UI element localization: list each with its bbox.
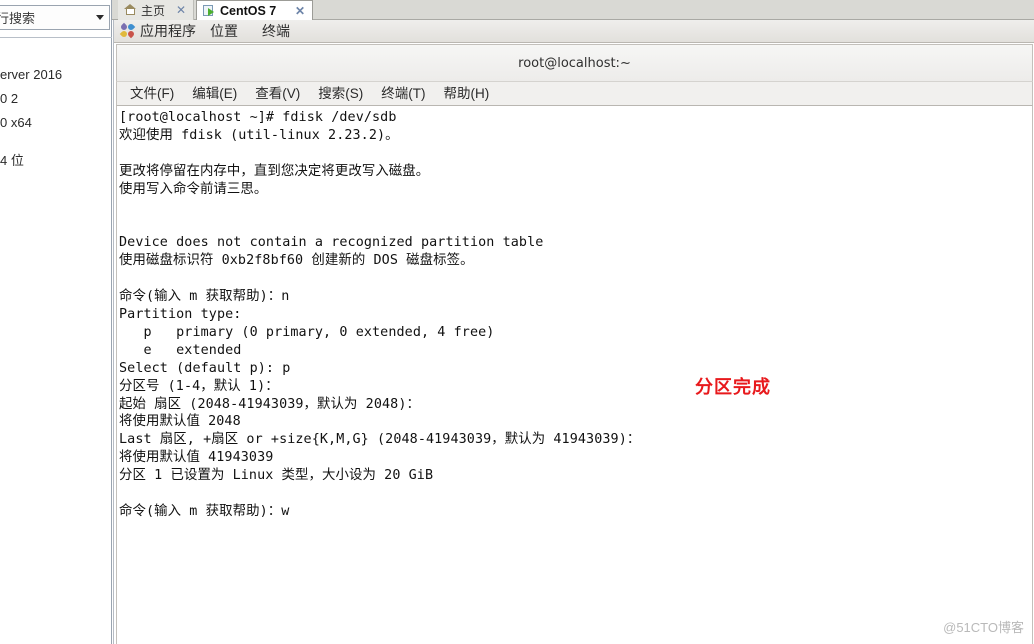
terminal-titlebar[interactable]: root@localhost:~ [116,44,1033,81]
tab-centos-7[interactable]: CentOS 7 ✕ [196,0,313,20]
library-sidebar: erver 2016 0 2 0 x64 4 位 [0,0,112,644]
sidebar-divider [0,37,112,38]
gnome-foot-icon [119,22,136,39]
list-item[interactable]: 0 2 [0,91,112,106]
tab-strip: 主页 ✕ CentOS 7 ✕ [112,0,1034,20]
guest-os-viewport[interactable]: 应用程序 位置 终端 root@localhost:~ 文件(F) 编辑(E) … [113,20,1034,644]
panel-menu-terminal[interactable]: 终端 [262,20,301,43]
menu-help[interactable]: 帮助(H) [435,82,499,105]
panel-menu-places[interactable]: 位置 [210,20,249,43]
library-search-combo[interactable] [0,5,110,30]
terminal-window: root@localhost:~ 文件(F) 编辑(E) 查看(V) 搜索(S)… [114,44,1034,644]
menu-file[interactable]: 文件(F) [121,82,183,105]
list-item[interactable]: erver 2016 [0,67,112,82]
list-item[interactable]: 4 位 [0,153,112,168]
tab-label: 主页 [141,3,166,18]
tab-home[interactable]: 主页 ✕ [118,0,194,20]
menu-view[interactable]: 查看(V) [246,82,309,105]
tab-label: CentOS 7 [220,3,277,18]
menu-search[interactable]: 搜索(S) [309,82,372,105]
virtual-machine-icon [203,4,216,17]
menu-terminal[interactable]: 终端(T) [372,82,434,105]
menu-edit[interactable]: 编辑(E) [183,82,246,105]
vmware-workstation-window: erver 2016 0 2 0 x64 4 位 主页 ✕ CentOS 7 ✕ [0,0,1034,644]
library-search-input[interactable] [0,10,91,25]
window-title: root@localhost:~ [518,55,631,71]
terminal-menubar: 文件(F) 编辑(E) 查看(V) 搜索(S) 终端(T) 帮助(H) [116,81,1033,106]
annotation-partition-complete: 分区完成 [695,377,771,398]
terminal-output-text: [root@localhost ~]# fdisk /dev/sdb 欢迎使用 … [119,110,641,519]
gnome-top-panel: 应用程序 位置 终端 [114,20,1034,43]
close-icon[interactable]: ✕ [294,5,306,17]
home-icon [124,4,137,16]
list-item[interactable]: 0 x64 [0,115,112,130]
watermark: @51CTO博客 [943,620,1024,635]
panel-menu-applications[interactable]: 应用程序 [140,20,196,43]
terminal-output-area[interactable]: [root@localhost ~]# fdisk /dev/sdb 欢迎使用 … [116,106,1033,644]
chevron-down-icon[interactable] [91,6,109,29]
library-vm-list: erver 2016 0 2 0 x64 4 位 [0,45,112,168]
close-icon[interactable]: ✕ [175,4,187,16]
